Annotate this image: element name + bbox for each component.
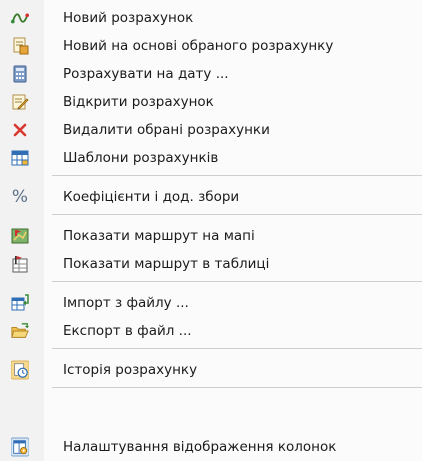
menu-separator — [52, 281, 422, 282]
menu-separator — [52, 175, 422, 176]
delete-icon — [11, 121, 29, 139]
column-settings-icon — [11, 437, 29, 457]
menu-item-new-from-selected[interactable]: Новий на основі обраного розрахунку — [0, 32, 422, 60]
menu-separator — [52, 214, 422, 215]
menu-item-label: Новий розрахунок — [63, 10, 194, 26]
document-copy-icon — [11, 37, 29, 55]
menu-item-label: Новий на основі обраного розрахунку — [63, 38, 334, 54]
menu-separator — [52, 348, 422, 349]
folder-export-icon — [11, 322, 29, 340]
menu-item-label: Відкрити розрахунок — [63, 94, 214, 110]
menu-item-delete-selected[interactable]: Видалити обрані розрахунки — [0, 116, 422, 144]
percent-icon: % — [11, 187, 29, 207]
table-route-icon — [11, 255, 29, 273]
history-icon — [11, 360, 29, 380]
import-icon — [11, 294, 29, 312]
menu-item-calculation-history[interactable]: Історія розрахунку — [0, 356, 422, 384]
table-templates-icon — [11, 149, 29, 167]
menu-item-coefficients[interactable]: % Коефіцієнти і дод. збори — [0, 183, 422, 211]
menu-item-label: Коефіцієнти і дод. збори — [63, 189, 240, 205]
calculator-icon — [11, 65, 29, 83]
menu-item-calculate-on-date[interactable]: Розрахувати на дату ... — [0, 60, 422, 88]
menu-item-label: Показати маршрут в таблиці — [63, 256, 270, 272]
menu-item-label: Шаблони розрахунків — [63, 150, 219, 166]
menu-item-label: Видалити обрані розрахунки — [63, 122, 270, 138]
menu-item-label: Розрахувати на дату ... — [63, 66, 229, 82]
menu-item-label: Показати маршрут на мапі — [63, 228, 255, 244]
menu-item-label: Імпорт з файлу ... — [63, 295, 189, 311]
menu-item-label: Налаштування відображення колонок — [63, 439, 337, 455]
menu-item-show-route-on-map[interactable]: Показати маршрут на мапі — [0, 222, 422, 250]
menu-item-show-route-in-table[interactable]: Показати маршрут в таблиці — [0, 250, 422, 278]
context-menu: Новий розрахунок Новий на основі обраног… — [0, 0, 422, 461]
document-edit-icon — [11, 93, 29, 111]
route-curve-icon — [11, 9, 29, 27]
menu-item-column-display-settings[interactable]: Налаштування відображення колонок — [0, 433, 422, 461]
menu-item-calculation-templates[interactable]: Шаблони розрахунків — [0, 144, 422, 172]
menu-separator — [52, 387, 422, 388]
menu-item-label: Історія розрахунку — [63, 362, 198, 378]
menu-item-open-calculation[interactable]: Відкрити розрахунок — [0, 88, 422, 116]
menu-item-label: Експорт в файл ... — [63, 323, 192, 339]
menu-item-export-to-file[interactable]: Експорт в файл ... — [0, 317, 422, 345]
map-route-icon — [11, 227, 29, 245]
menu-item-new-calculation[interactable]: Новий розрахунок — [0, 4, 422, 32]
menu-item-import-from-file[interactable]: Імпорт з файлу ... — [0, 289, 422, 317]
